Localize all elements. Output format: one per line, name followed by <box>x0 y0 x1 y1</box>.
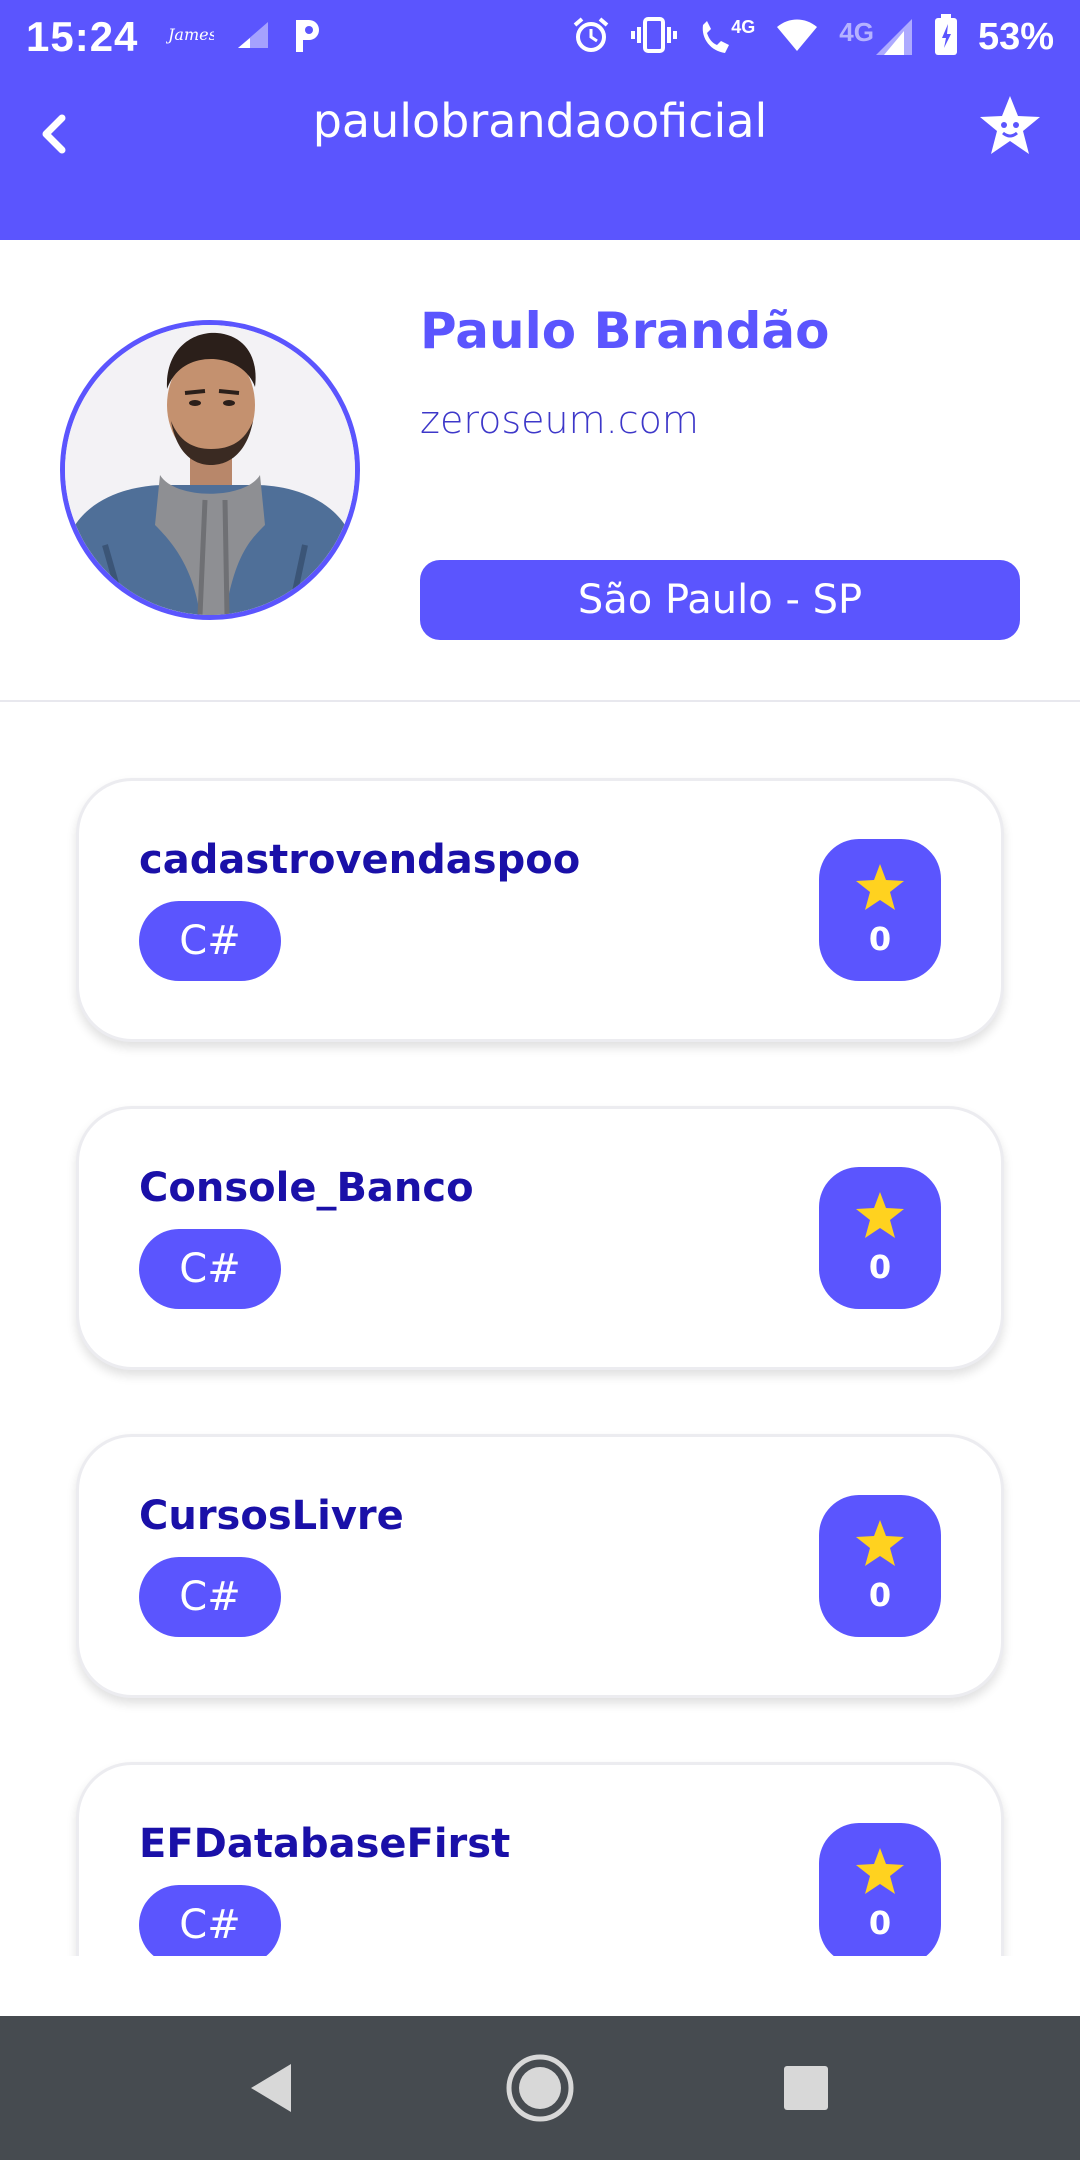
star-count: 0 <box>868 919 892 958</box>
wifi-icon <box>775 17 819 58</box>
favorite-button[interactable] <box>970 88 1050 168</box>
vibrate-icon <box>631 15 678 60</box>
repo-name: EFDatabaseFirst <box>139 1821 511 1867</box>
home-circle-icon <box>505 2053 575 2128</box>
back-triangle-icon <box>245 2060 295 2121</box>
star-count: 0 <box>868 1903 892 1942</box>
status-right-icons: 4G 4G 53% <box>571 13 1054 61</box>
battery-percent: 53% <box>977 15 1054 58</box>
network-label-1: 4G <box>731 17 756 37</box>
profile-website[interactable]: zeroseum.com <box>420 398 699 442</box>
repo-card[interactable]: EFDatabaseFirst C# 0 <box>76 1762 1004 1956</box>
profile-name: Paulo Brandão <box>420 302 830 360</box>
status-time: 15:24 <box>26 13 139 60</box>
repo-card[interactable]: CursosLivre C# 0 <box>76 1434 1004 1698</box>
star-count-box: 0 <box>819 1823 941 1956</box>
repo-name: Console_Banco <box>139 1165 474 1211</box>
recents-square-icon <box>781 2063 831 2118</box>
battery-icon <box>934 13 958 61</box>
network-label-2: 4G <box>839 17 874 47</box>
repo-name: CursosLivre <box>139 1493 404 1539</box>
language-badge: C# <box>139 1557 281 1637</box>
nav-back-button[interactable] <box>230 2050 310 2130</box>
nav-recents-button[interactable] <box>766 2050 846 2130</box>
star-face-icon <box>977 94 1043 163</box>
james-app-icon: James <box>165 22 217 53</box>
star-icon <box>855 863 905 916</box>
language-badge: C# <box>139 901 281 981</box>
p-app-icon <box>292 16 324 59</box>
star-icon <box>855 1191 905 1244</box>
app-bar: paulobrandaooficial <box>0 74 1080 240</box>
star-count: 0 <box>868 1247 892 1286</box>
profile-section: Paulo Brandão zeroseum.com São Paulo - S… <box>0 240 1080 702</box>
cell-signal-icon: 4G <box>839 17 914 57</box>
location-badge: São Paulo - SP <box>420 560 1020 640</box>
star-count-box: 0 <box>819 1167 941 1309</box>
page-title: paulobrandaooficial <box>312 94 768 148</box>
language-badge: C# <box>139 1885 281 1956</box>
star-count-box: 0 <box>819 839 941 981</box>
repo-name: cadastrovendaspoo <box>139 837 581 883</box>
svg-text:James: James <box>166 25 214 44</box>
avatar <box>60 320 360 620</box>
star-count: 0 <box>868 1575 892 1614</box>
repo-card[interactable]: Console_Banco C# 0 <box>76 1106 1004 1370</box>
status-bar: 15:24 James 4G 4G 53% <box>0 0 1080 74</box>
system-nav-bar <box>0 2016 1080 2160</box>
star-icon <box>855 1519 905 1572</box>
repository-list[interactable]: cadastrovendaspoo C# 0 Console_Banco C# … <box>0 704 1080 1956</box>
star-icon <box>855 1847 905 1900</box>
repo-card[interactable]: cadastrovendaspoo C# 0 <box>76 778 1004 1042</box>
wifi-calling-icon: 4G <box>697 17 755 57</box>
status-left-icons: James <box>165 16 324 59</box>
language-badge: C# <box>139 1229 281 1309</box>
nav-home-button[interactable] <box>500 2050 580 2130</box>
alarm-icon <box>571 15 611 60</box>
signal-weak-icon <box>236 20 270 55</box>
star-count-box: 0 <box>819 1495 941 1637</box>
